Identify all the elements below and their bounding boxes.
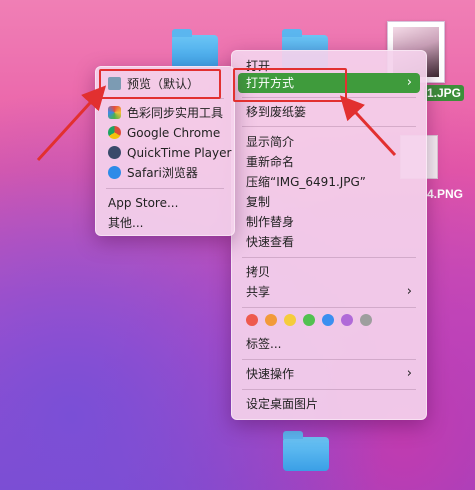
arrow-to-open-with (339, 95, 397, 157)
annotation-arrows (36, 85, 397, 162)
arrow-to-preview (36, 85, 107, 162)
